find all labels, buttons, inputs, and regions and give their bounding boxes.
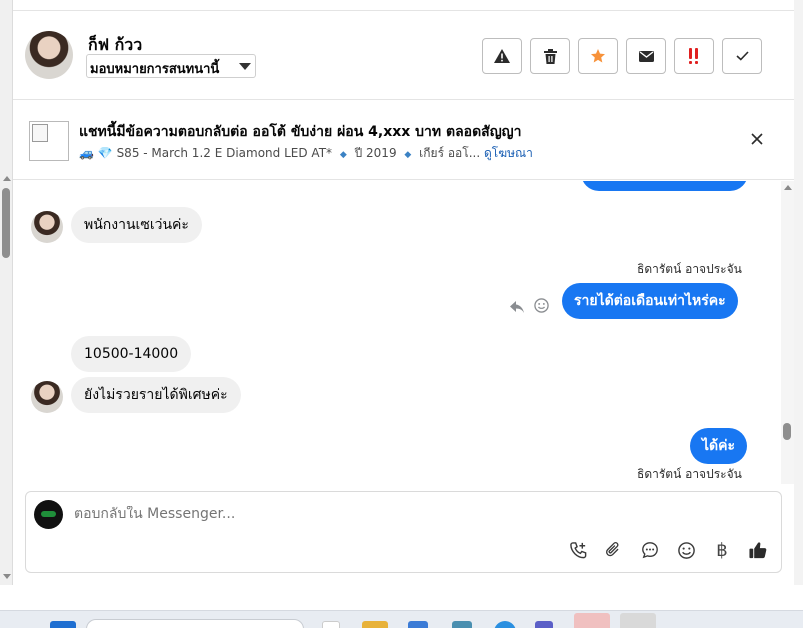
separator-dot: ◆ — [339, 150, 347, 160]
conversation-header: ก็ฟ ก้วว มอบหมายการสนทนานี้ — [13, 10, 794, 100]
message-bubble-incoming[interactable]: ยังไม่รวยรายได้พิเศษค่ะ — [71, 377, 241, 413]
browser-icon[interactable] — [494, 621, 516, 628]
reply-button[interactable] — [510, 298, 524, 317]
payment-button[interactable]: ฿ — [711, 539, 733, 561]
taskbar-app-icon[interactable] — [408, 621, 428, 628]
mark-unread-button[interactable] — [626, 38, 666, 74]
left-scrollbar[interactable] — [0, 0, 13, 585]
assign-label: มอบหมายการสนทนานี้ — [90, 62, 220, 77]
right-edge — [794, 0, 803, 585]
message-bubble-outgoing-partial[interactable] — [581, 181, 748, 191]
message-bubble-outgoing[interactable]: ได้ค่ะ — [690, 428, 748, 464]
ad-details: 🚙 💎 S85 - March 1.2 E Diamond LED AT* ◆ … — [79, 144, 533, 163]
follow-up-button[interactable] — [578, 38, 618, 74]
ad-model: S85 - March 1.2 E Diamond LED AT* — [116, 146, 333, 160]
saved-replies-button[interactable] — [639, 539, 661, 561]
contact-avatar-small[interactable] — [31, 211, 63, 243]
close-ad-button[interactable] — [749, 131, 765, 151]
scroll-up-arrow[interactable] — [3, 176, 11, 181]
scroll-thumb[interactable] — [783, 423, 791, 440]
urgent-icon — [689, 48, 698, 64]
taskbar-search[interactable] — [86, 619, 304, 628]
reply-input[interactable] — [74, 506, 674, 522]
star-icon — [591, 49, 605, 63]
gem-icon: 💎 — [97, 146, 113, 160]
warning-icon — [494, 49, 510, 63]
check-icon — [735, 51, 749, 61]
contact-avatar[interactable] — [25, 31, 73, 79]
ad-title: แชทนี้มีข้อความตอบกลับต่อ ออโต้ ขับง่าย … — [79, 124, 522, 140]
sender-name: ธิดารัตน์ อาจประจัน — [637, 262, 742, 276]
ad-context-bar: แชทนี้มีข้อความตอบกลับต่อ ออโต้ ขับง่าย … — [13, 101, 794, 180]
close-icon — [751, 133, 763, 145]
baht-icon: ฿ — [716, 539, 728, 561]
app-root: ก็ฟ ก้วว มอบหมายการสนทนานี้ แชทนี้มีข้อค… — [0, 0, 803, 628]
conversation-panel: ก็ฟ ก้วว มอบหมายการสนทนานี้ แชทนี้มีข้อค… — [13, 0, 794, 585]
trash-icon — [543, 48, 557, 64]
message-bubble-incoming[interactable]: 10500-14000 — [71, 336, 192, 372]
chat-bubble-icon — [642, 542, 658, 559]
paperclip-icon — [606, 541, 619, 556]
reply-composer: ฿ — [25, 491, 782, 573]
mark-done-button[interactable] — [722, 38, 762, 74]
scroll-thumb[interactable] — [2, 188, 10, 258]
mark-priority-button[interactable] — [674, 38, 714, 74]
ad-gear: เกียร์ ออโ... — [419, 146, 481, 160]
start-icon[interactable] — [50, 621, 76, 628]
car-icon: 🚙 — [79, 146, 94, 160]
report-spam-button[interactable] — [482, 38, 522, 74]
message-scrollbar[interactable] — [781, 181, 794, 484]
line-app-icon[interactable] — [574, 613, 610, 628]
contact-avatar-small[interactable] — [31, 381, 63, 413]
os-taskbar — [0, 610, 803, 628]
taskbar-app-icon[interactable] — [322, 621, 340, 628]
phone-plus-icon — [569, 541, 586, 558]
smiley-icon — [534, 298, 549, 313]
delete-button[interactable] — [530, 38, 570, 74]
message-list[interactable]: พนักงานเซเว่นค่ะ ธิดารัตน์ อาจประจัน ราย… — [13, 181, 781, 484]
chevron-down-icon — [239, 63, 251, 70]
ad-year: ปี 2019 — [354, 146, 397, 160]
emoji-button[interactable] — [675, 539, 697, 561]
assign-conversation-select[interactable]: มอบหมายการสนทนานี้ — [86, 54, 256, 78]
view-ad-link[interactable]: ดูโฆษณา — [484, 146, 533, 160]
emoji-icon — [677, 541, 695, 559]
ad-thumbnail[interactable] — [29, 121, 69, 161]
message-bubble-incoming[interactable]: พนักงานเซเว่นค่ะ — [71, 207, 202, 243]
scroll-up-arrow[interactable] — [784, 185, 792, 190]
message-bubble-outgoing[interactable]: รายได้ต่อเดือนเท่าไหร่คะ — [562, 283, 738, 319]
react-button[interactable] — [534, 298, 549, 317]
teams-icon[interactable] — [535, 621, 553, 628]
page-avatar — [34, 500, 63, 529]
taskbar-app-icon[interactable] — [620, 613, 656, 628]
like-button[interactable] — [747, 539, 769, 561]
thumbs-up-icon — [749, 541, 767, 558]
taskbar-app-icon[interactable] — [452, 621, 472, 628]
reply-icon — [510, 301, 524, 313]
folder-icon[interactable] — [362, 621, 388, 628]
envelope-icon — [638, 50, 654, 62]
scroll-down-arrow[interactable] — [3, 574, 11, 579]
attach-button[interactable] — [603, 539, 625, 561]
sender-name: ธิดารัตน์ อาจประจัน — [637, 467, 742, 481]
call-button[interactable] — [567, 539, 589, 561]
separator-dot: ◆ — [404, 150, 412, 160]
